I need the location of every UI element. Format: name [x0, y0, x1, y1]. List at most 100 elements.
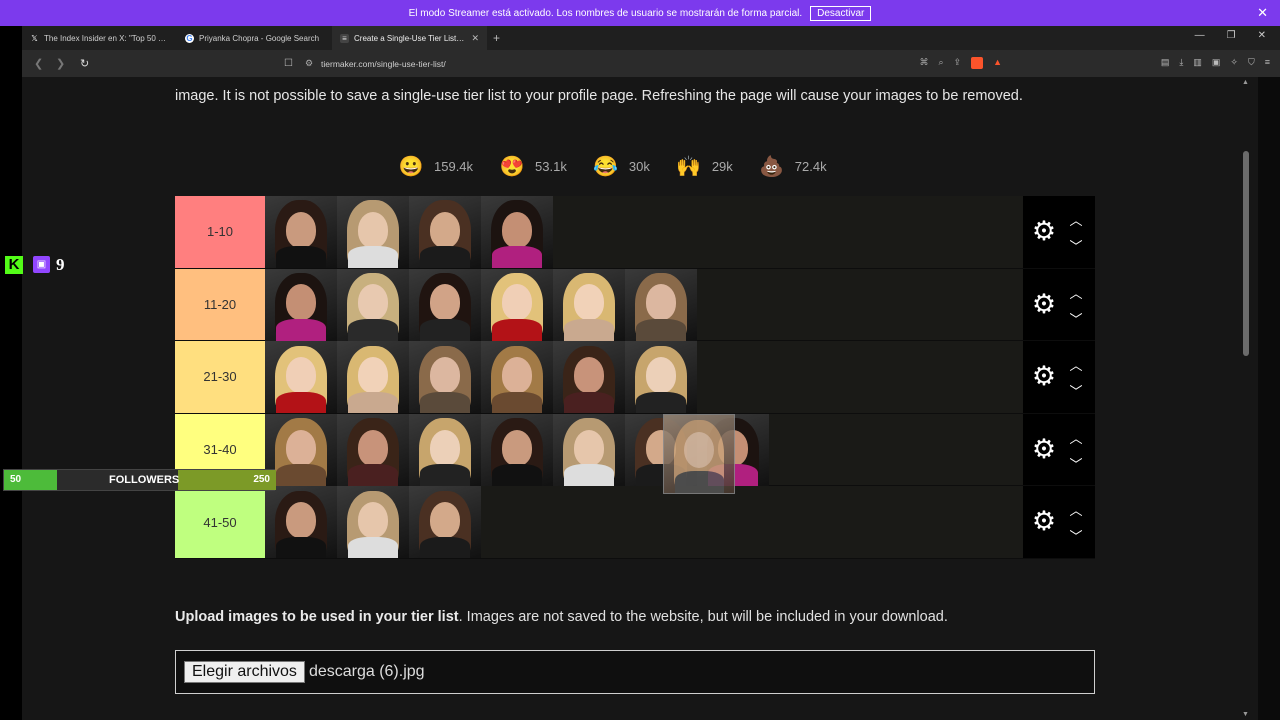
scroll-down-icon[interactable]: ▼	[1242, 711, 1249, 718]
scrollbar-thumb[interactable]	[1243, 151, 1249, 356]
image-tile[interactable]	[481, 341, 553, 414]
portrait-face	[574, 284, 604, 321]
reaction-poop[interactable]: 💩 72.4k	[757, 149, 826, 183]
image-tile[interactable]	[265, 268, 337, 341]
address-bar[interactable]: ☐ ⚙ tiermaker.com/single-use-tier-list/	[284, 53, 1014, 74]
upload-instructions-rest: . Images are not saved to the website, b…	[458, 609, 948, 625]
sidebar-icon[interactable]: ▥	[1193, 57, 1202, 68]
reload-icon[interactable]: ↻	[80, 57, 90, 70]
close-window-icon[interactable]: ✕	[1258, 30, 1266, 41]
window-controls: — ❐ ✕	[1195, 30, 1266, 41]
move-up-icon[interactable]: ︿	[1067, 428, 1085, 446]
image-tile[interactable]	[337, 486, 409, 559]
tier-row: 41-50 ⚙ ︿ ﹀	[175, 486, 1095, 559]
image-tile[interactable]	[481, 268, 553, 341]
reaction-heart-eyes[interactable]: 😍 53.1k	[497, 149, 567, 183]
gear-icon[interactable]: ⚙	[1031, 508, 1057, 535]
tier-label[interactable]: 11-20	[175, 268, 265, 341]
image-tile[interactable]	[337, 341, 409, 414]
kick-logo-icon: K	[5, 256, 23, 274]
image-tile[interactable]	[481, 196, 553, 268]
portrait-face	[430, 429, 460, 466]
move-down-icon[interactable]: ﹀	[1067, 381, 1085, 399]
move-up-icon[interactable]: ︿	[1067, 500, 1085, 518]
image-tile[interactable]	[265, 486, 337, 559]
raised-hands-icon: 🙌	[676, 155, 702, 178]
reaction-grinning[interactable]: 😀 159.4k	[396, 149, 474, 183]
tab-google[interactable]: G Priyanka Chopra - Google Search	[177, 26, 332, 50]
image-tile[interactable]	[409, 486, 481, 559]
image-tile[interactable]	[409, 268, 481, 341]
tab-x[interactable]: 𝕏 The Index Insider en X: "Top 50 Sexie.…	[22, 26, 177, 50]
screen: El modo Streamer está activado. Los nomb…	[0, 0, 1280, 720]
dragged-image-tile[interactable]	[663, 414, 735, 494]
rewards-icon[interactable]: ▲	[993, 57, 1002, 69]
gear-icon[interactable]: ⚙	[1031, 363, 1057, 390]
portrait-face	[574, 429, 604, 466]
image-tile[interactable]	[553, 268, 625, 341]
left-strip	[0, 26, 22, 720]
reaction-count: 53.1k	[535, 158, 567, 174]
menu-icon[interactable]: ≡	[1265, 57, 1270, 68]
reaction-laughing[interactable]: 😂 30k	[591, 149, 649, 183]
translate-icon[interactable]: ⌘	[919, 57, 928, 69]
tab-tiermaker[interactable]: ≡ Create a Single-Use Tier List (Pri... …	[332, 26, 487, 50]
image-tile[interactable]	[409, 196, 481, 268]
scrollbar[interactable]: ▲ ▼	[1236, 77, 1258, 720]
portrait-body	[347, 391, 399, 414]
image-tile[interactable]	[553, 341, 625, 414]
back-icon[interactable]: ❮	[34, 57, 44, 70]
reaction-raised-hands[interactable]: 🙌 29k	[674, 149, 732, 183]
deactivate-button[interactable]: Desactivar	[810, 5, 872, 21]
choose-files-button[interactable]: Elegir archivos	[184, 661, 305, 683]
site-info-icon[interactable]: ⚙	[305, 58, 313, 69]
tier-controls: ⚙ ︿ ﹀	[1023, 341, 1095, 413]
move-down-icon[interactable]: ﹀	[1067, 454, 1085, 472]
minimize-icon[interactable]: —	[1195, 30, 1205, 41]
followers-max: 250	[253, 474, 270, 485]
image-tile[interactable]	[481, 413, 553, 486]
image-tile[interactable]	[409, 413, 481, 486]
image-tile[interactable]	[337, 196, 409, 268]
gear-icon[interactable]: ⚙	[1031, 290, 1057, 317]
move-up-icon[interactable]: ︿	[1067, 210, 1085, 228]
tier-label[interactable]: 41-50	[175, 486, 265, 558]
reader-icon[interactable]: ▤	[1161, 57, 1170, 68]
image-tile[interactable]	[553, 413, 625, 486]
download-icon[interactable]: ⤓	[1179, 57, 1183, 68]
scroll-up-icon[interactable]: ▲	[1242, 79, 1249, 86]
tier-row: 31-40 ⚙ ︿ ﹀	[175, 413, 1095, 487]
image-tile[interactable]	[409, 341, 481, 414]
image-tile[interactable]	[625, 268, 697, 341]
new-tab-icon[interactable]: +	[493, 31, 500, 45]
move-down-icon[interactable]: ﹀	[1067, 309, 1085, 327]
image-tile[interactable]	[265, 196, 337, 268]
zoom-icon[interactable]: ⌕	[938, 57, 943, 69]
move-up-icon[interactable]: ︿	[1067, 283, 1085, 301]
image-tile[interactable]	[337, 413, 409, 486]
share-icon[interactable]: ⇪	[954, 57, 962, 69]
close-tab-icon[interactable]: ✕	[471, 33, 479, 44]
brave-shield-icon[interactable]	[971, 57, 984, 69]
move-down-icon[interactable]: ﹀	[1067, 526, 1085, 544]
bookmark-icon[interactable]: ☐	[284, 58, 293, 69]
portrait-face	[358, 211, 388, 248]
close-icon[interactable]: ✕	[1257, 5, 1268, 21]
move-up-icon[interactable]: ︿	[1067, 355, 1085, 373]
vpn-icon[interactable]: ⛉	[1248, 57, 1255, 68]
move-down-icon[interactable]: ﹀	[1067, 236, 1085, 254]
tier-label[interactable]: 21-30	[175, 341, 265, 413]
image-tile[interactable]	[265, 341, 337, 414]
portrait-face	[502, 211, 532, 248]
leo-icon[interactable]: ✧	[1230, 57, 1238, 68]
wallet-icon[interactable]: ▣	[1212, 57, 1221, 68]
gear-icon[interactable]: ⚙	[1031, 218, 1057, 245]
portrait-body	[635, 391, 687, 414]
image-tile[interactable]	[337, 268, 409, 341]
gear-icon[interactable]: ⚙	[1031, 435, 1057, 462]
tier-items	[265, 196, 553, 268]
image-tile[interactable]	[625, 341, 697, 414]
restore-icon[interactable]: ❐	[1227, 30, 1236, 41]
tier-label[interactable]: 1-10	[175, 196, 265, 268]
forward-icon[interactable]: ❯	[56, 57, 66, 70]
